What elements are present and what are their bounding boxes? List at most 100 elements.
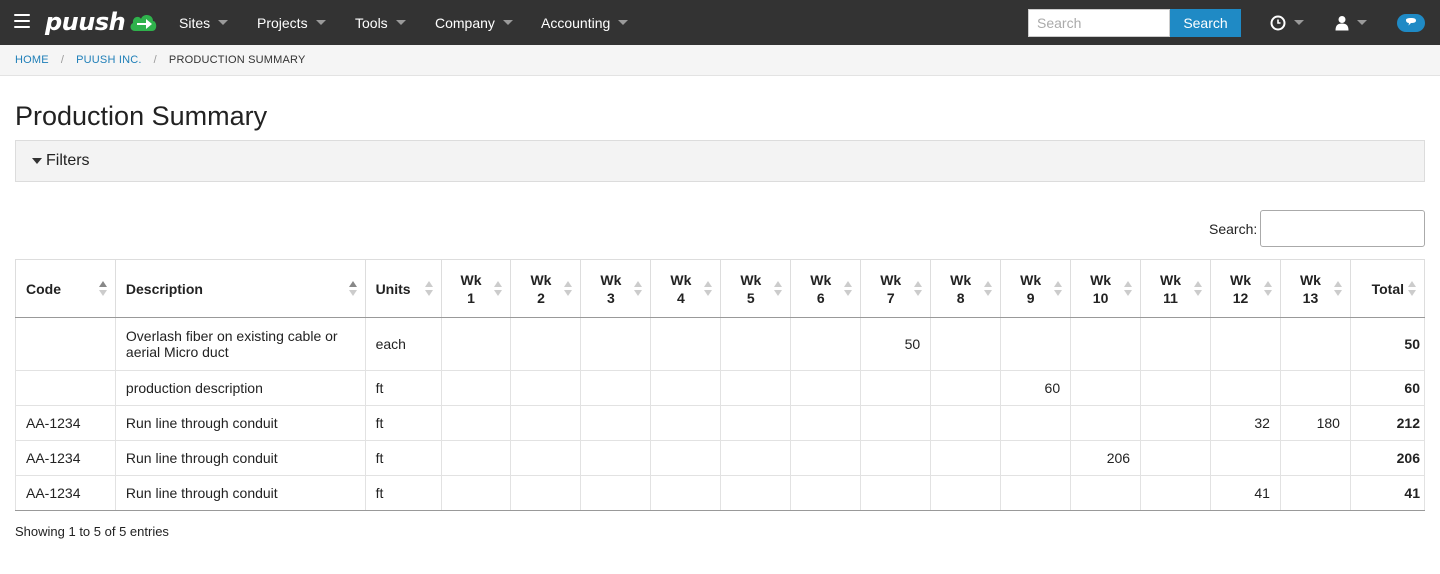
chevron-down-icon	[218, 20, 229, 25]
table-cell: 32	[1210, 405, 1281, 441]
global-search-input[interactable]	[1028, 9, 1170, 37]
table-search-label: Search:	[1209, 220, 1258, 237]
table-cell	[860, 405, 932, 441]
table-cell	[720, 370, 792, 406]
column-header-week-number: 11	[1163, 289, 1178, 306]
row-total-cell: 60	[1349, 370, 1426, 406]
table-cell: ft	[364, 405, 442, 441]
column-header[interactable]: Wk 9	[1000, 259, 1072, 318]
table-cell: 60	[1000, 370, 1072, 406]
column-header-week-number: 1	[467, 289, 475, 306]
column-header-label: Units	[375, 280, 411, 297]
history-menu[interactable]	[1270, 0, 1304, 45]
table-cell	[930, 475, 1002, 511]
table-cell: Run line through conduit	[114, 440, 366, 476]
user-menu[interactable]	[1335, 0, 1367, 45]
column-header[interactable]: Wk 10	[1070, 259, 1142, 318]
column-header-week-number: 9	[1026, 289, 1035, 306]
table-cell	[1210, 317, 1281, 371]
table-cell: Overlash fiber on existing cable or aeri…	[114, 317, 366, 371]
column-header[interactable]: Wk 8	[930, 259, 1002, 318]
sort-arrows-icon	[844, 280, 853, 297]
column-header[interactable]: Wk 5	[720, 259, 792, 318]
column-header[interactable]: Units	[364, 259, 442, 318]
table-cell	[1000, 475, 1072, 511]
column-header-label: Wk	[1020, 271, 1042, 288]
chevron-down-icon	[1294, 20, 1304, 25]
production-summary-table: Code Description Units Wk 1 Wk 2 Wk 3 Wk 4 Wk 5 Wk 6 Wk…	[15, 259, 1426, 511]
breadcrumb: HOME / PUUSH INC. / PRODUCTION SUMMARY	[15, 45, 306, 75]
brand-logo[interactable]: puush	[45, 6, 158, 38]
column-header[interactable]: Code	[15, 259, 116, 318]
column-header-label: Wk	[600, 271, 622, 288]
table-cell	[580, 440, 652, 476]
column-header-label: Wk	[1229, 271, 1251, 288]
column-header[interactable]: Wk 2	[510, 259, 582, 318]
nav-tools[interactable]: Tools	[355, 0, 406, 45]
user-icon	[1335, 15, 1349, 30]
brand-name: puush	[45, 8, 126, 36]
table-cell	[790, 475, 862, 511]
page-title: Production Summary	[15, 101, 268, 131]
global-search-button[interactable]: Search	[1170, 9, 1241, 37]
column-header-week-number: 6	[816, 289, 825, 306]
sort-arrows-icon	[774, 280, 783, 297]
breadcrumb-home[interactable]: HOME	[15, 54, 49, 66]
sort-arrows-icon	[1124, 280, 1133, 297]
breadcrumb-company[interactable]: PUUSH INC.	[76, 54, 142, 66]
column-header[interactable]: Wk 11	[1140, 259, 1212, 318]
table-cell	[580, 405, 652, 441]
nav-accounting-label: Accounting	[541, 14, 611, 31]
breadcrumb-current: PRODUCTION SUMMARY	[168, 54, 306, 66]
table-info: Showing 1 to 5 of 5 entries	[15, 524, 169, 539]
column-header[interactable]: Wk 13	[1279, 259, 1351, 318]
column-header[interactable]: Wk 1	[440, 259, 512, 318]
filters-toggle[interactable]: Filters	[15, 140, 1425, 182]
chevron-down-icon	[618, 20, 629, 25]
column-header[interactable]: Total	[1349, 259, 1426, 318]
table-cell	[440, 405, 512, 441]
table-cell	[720, 475, 792, 511]
table-cell	[440, 475, 512, 511]
column-header[interactable]: Wk 3	[580, 259, 652, 318]
table-cell	[1279, 440, 1351, 476]
table-cell	[1279, 317, 1351, 371]
breadcrumb-separator: /	[60, 54, 65, 66]
table-cell: ft	[364, 440, 442, 476]
table-cell	[1140, 370, 1212, 406]
column-header-label: Wk	[740, 271, 762, 288]
table-cell	[790, 405, 862, 441]
nav-accounting[interactable]: Accounting	[541, 0, 629, 45]
caret-down-icon	[32, 158, 42, 164]
column-header[interactable]: Wk 12	[1210, 259, 1281, 318]
column-header-label: Wk	[950, 271, 972, 288]
nav-projects[interactable]: Projects	[257, 0, 326, 45]
hamburger-menu-icon[interactable]	[14, 14, 30, 28]
table-cell	[580, 370, 652, 406]
column-header[interactable]: Wk 4	[650, 259, 722, 318]
table-cell	[1000, 317, 1072, 371]
nav-company[interactable]: Company	[435, 0, 513, 45]
table-cell	[650, 475, 722, 511]
table-cell: Run line through conduit	[114, 475, 366, 511]
column-header-label: Wk	[670, 271, 692, 288]
column-header[interactable]: Description	[114, 259, 366, 318]
table-cell	[15, 317, 116, 371]
column-header-week-number: 4	[676, 289, 685, 306]
sort-arrows-icon	[1333, 280, 1342, 297]
table-cell	[650, 317, 722, 371]
column-header-label: Wk	[880, 271, 902, 288]
table-cell	[440, 440, 512, 476]
column-header[interactable]: Wk 6	[790, 259, 862, 318]
sort-arrows-icon	[494, 280, 503, 297]
table-search-input[interactable]	[1260, 210, 1426, 247]
table-cell	[1279, 370, 1351, 406]
chat-button[interactable]	[1397, 0, 1425, 45]
sort-arrows-icon	[1263, 280, 1272, 297]
table-cell	[1070, 405, 1142, 441]
column-header-week-number: 5	[746, 289, 755, 306]
column-header[interactable]: Wk 7	[860, 259, 932, 318]
table-cell: Run line through conduit	[114, 405, 366, 441]
nav-sites[interactable]: Sites	[179, 0, 229, 45]
chevron-down-icon	[502, 20, 513, 25]
